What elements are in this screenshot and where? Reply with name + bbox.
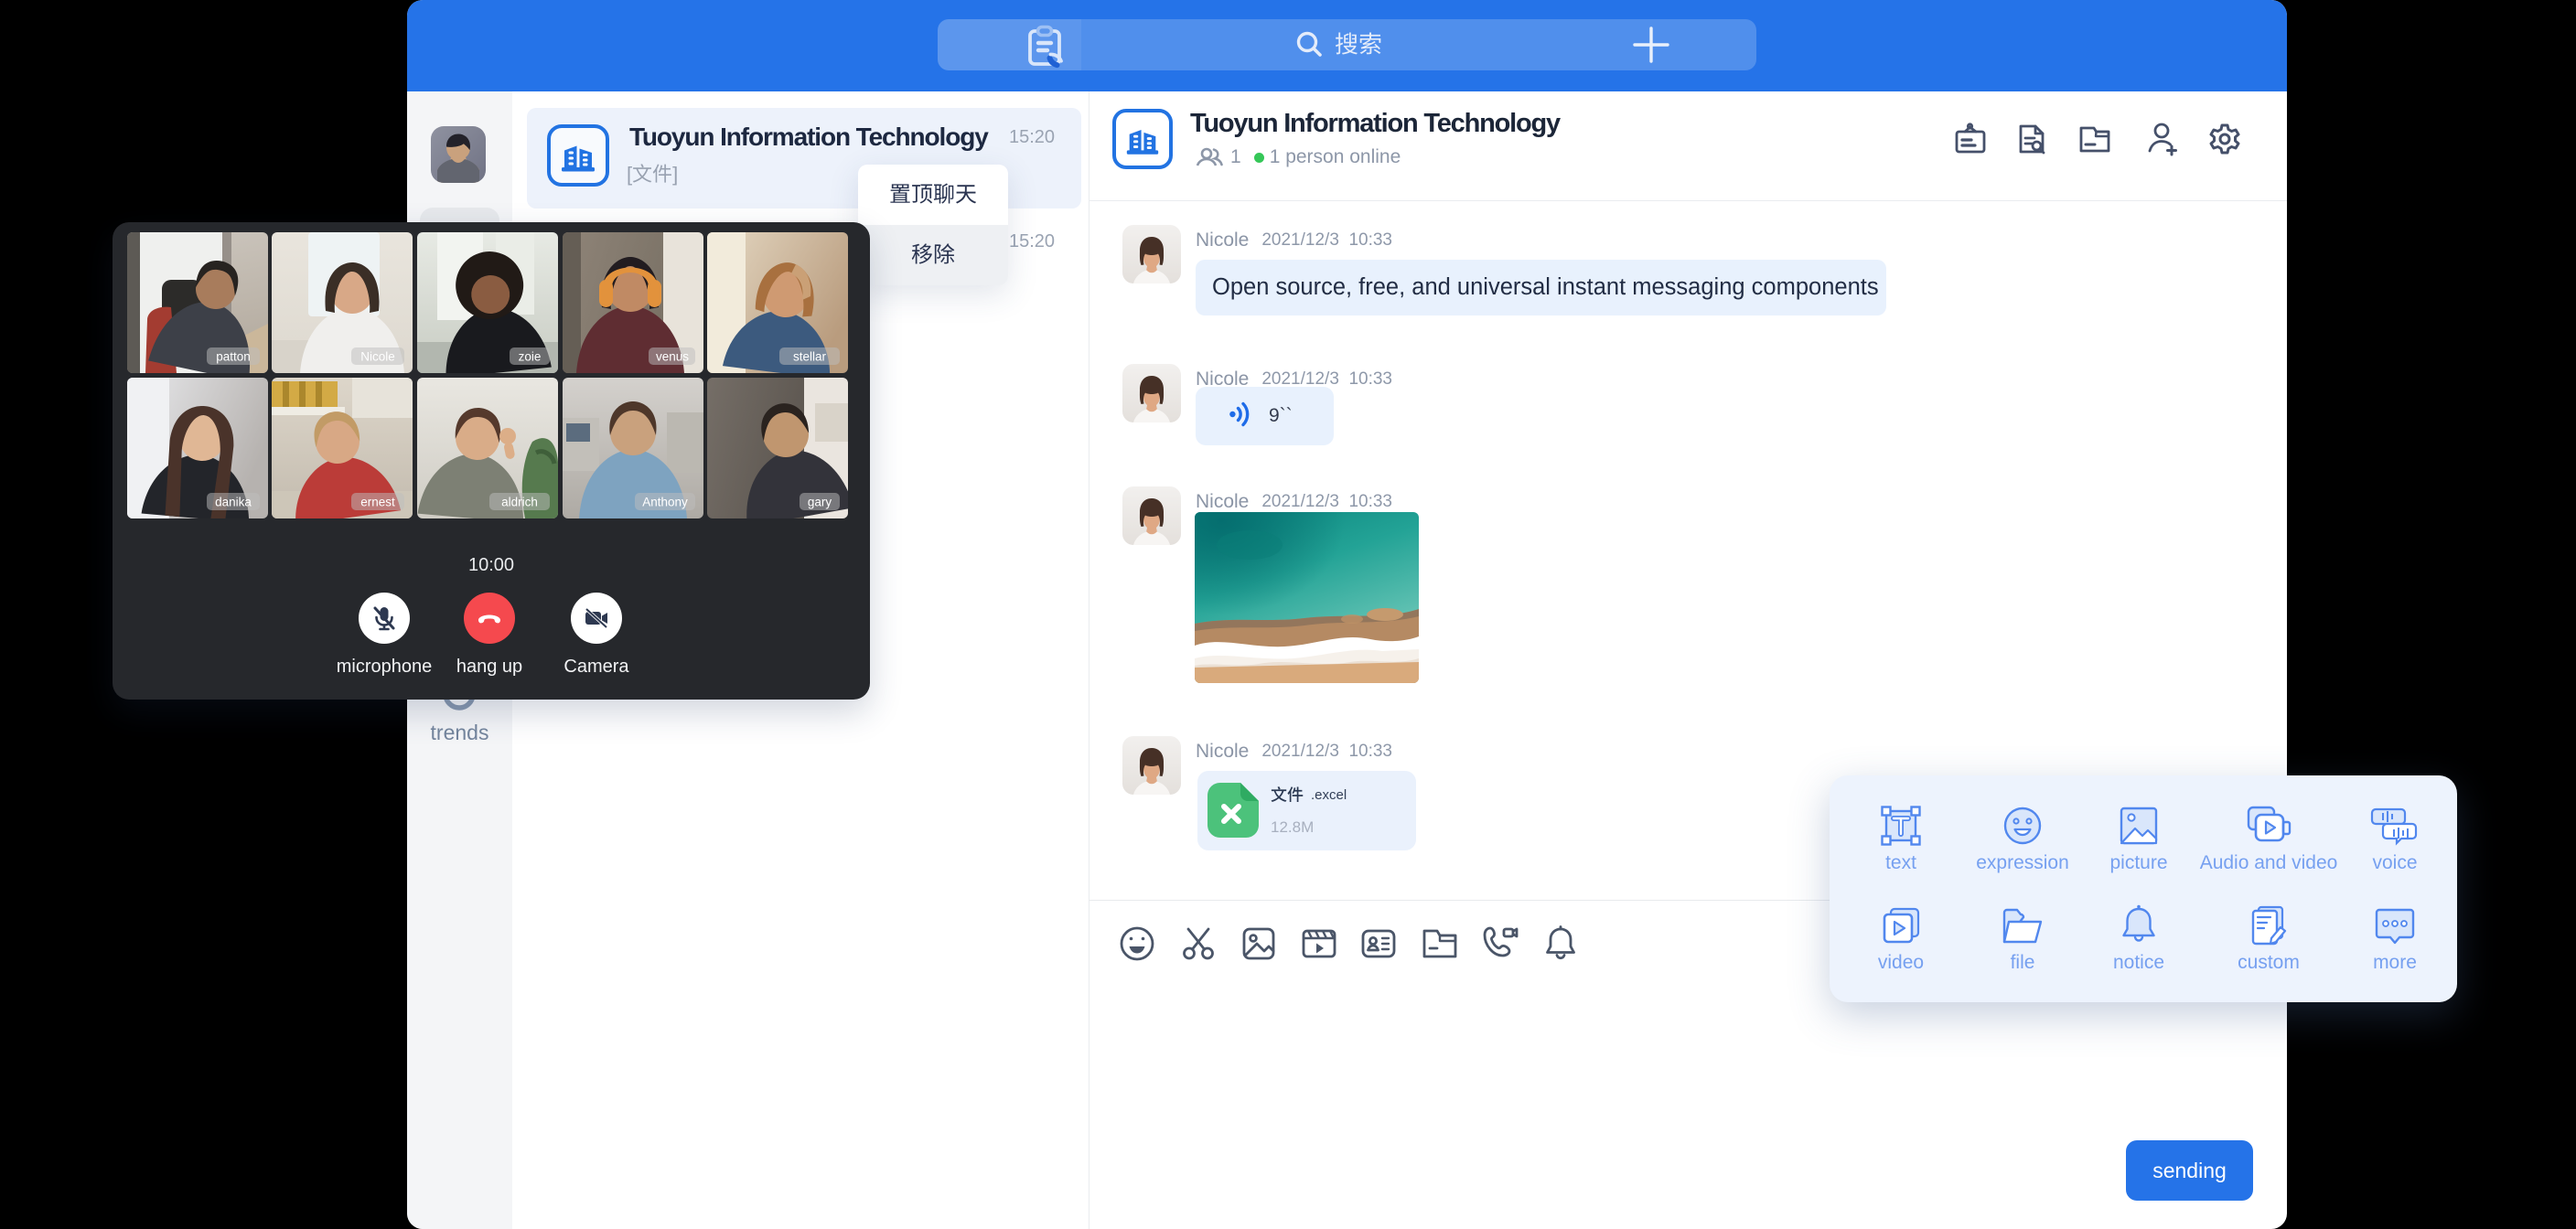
svg-text:danika: danika	[215, 496, 252, 509]
svg-text:gary: gary	[808, 496, 832, 509]
svg-text:Anthony: Anthony	[642, 496, 688, 509]
svg-text:Nicole: Nicole	[360, 350, 395, 364]
svg-text:zoie: zoie	[519, 350, 542, 364]
svg-text:stellar: stellar	[793, 350, 827, 364]
svg-text:venus: venus	[656, 350, 689, 364]
svg-text:aldrich: aldrich	[501, 496, 538, 509]
svg-text:ernest: ernest	[360, 496, 395, 509]
svg-text:patton: patton	[216, 350, 251, 364]
